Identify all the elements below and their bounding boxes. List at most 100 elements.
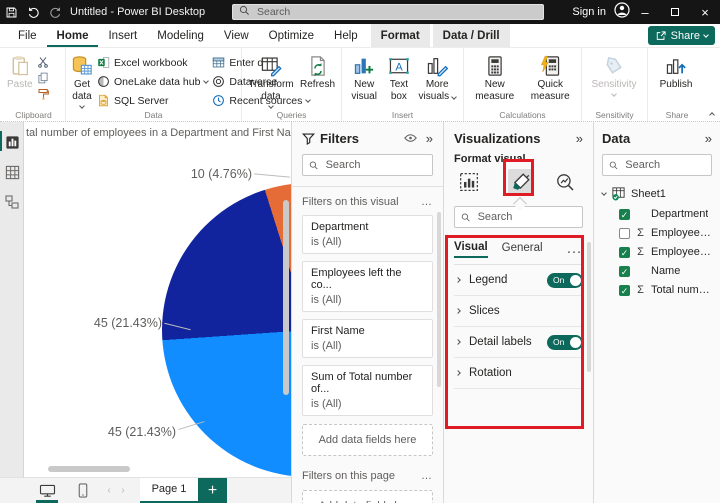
data-search[interactable] [602, 154, 712, 176]
canvas-horizontal-scrollbar[interactable] [48, 466, 130, 472]
field-department[interactable]: ✓ Σ Department [602, 208, 712, 220]
collapse-ribbon-icon[interactable] [709, 112, 715, 118]
mobile-layout-button[interactable] [70, 478, 96, 503]
filter-card-employees-left[interactable]: Employees left the co... is (All) [302, 261, 433, 312]
format-painter-button[interactable] [37, 88, 50, 100]
field-checkbox[interactable]: ✓ [619, 246, 630, 258]
cut-button[interactable] [37, 56, 50, 68]
canvas-vertical-scrollbar[interactable] [283, 200, 289, 395]
add-page-button[interactable]: + [198, 477, 227, 503]
tab-home[interactable]: Home [47, 24, 99, 47]
new-measure-button[interactable]: New measure [469, 51, 521, 103]
save-icon[interactable] [0, 0, 22, 24]
copy-button[interactable] [37, 72, 50, 84]
filters-scrollbar[interactable] [437, 212, 441, 387]
new-visual-button[interactable]: New visual [347, 51, 381, 103]
transform-data-button[interactable]: Transform data [247, 51, 295, 109]
add-data-fields-dropzone[interactable]: Add data fields here [302, 490, 433, 503]
analytics-button[interactable] [552, 169, 578, 195]
account-avatar-icon[interactable] [614, 1, 630, 23]
add-data-fields-dropzone[interactable]: Add data fields here [302, 424, 433, 456]
field-checkbox[interactable]: ✓ [619, 208, 630, 220]
format-painter-icon [38, 89, 49, 100]
group-label-queries: Queries [276, 110, 307, 120]
tab-format[interactable]: Format [370, 24, 430, 47]
excel-workbook-button[interactable]: Excel workbook [97, 56, 208, 69]
pie-chart[interactable] [162, 183, 291, 477]
refresh-button[interactable]: Refresh [299, 51, 336, 91]
table-node-sheet1[interactable]: Sheet1 [601, 186, 712, 201]
minimize-button[interactable]: – [630, 0, 660, 24]
collapse-visualizations-icon[interactable]: » [576, 131, 583, 146]
format-search-input[interactable] [475, 210, 576, 224]
group-label-insert: Insert [391, 110, 414, 120]
maximize-button[interactable] [660, 0, 690, 24]
filter-card-sum-total[interactable]: Sum of Total number of... is (All) [302, 365, 433, 416]
build-visual-button[interactable] [456, 169, 482, 195]
close-button[interactable]: × [690, 0, 720, 24]
field-checkbox[interactable] [619, 227, 630, 239]
legend-toggle[interactable]: On [547, 272, 583, 288]
visualizations-scrollbar[interactable] [587, 242, 591, 372]
global-search-input[interactable] [255, 5, 537, 19]
text-box-button[interactable]: A Text box [385, 51, 412, 103]
tab-help[interactable]: Help [324, 24, 368, 47]
tab-data-drill[interactable]: Data / Drill [432, 24, 510, 47]
quick-measure-button[interactable]: Quick measure [525, 51, 577, 103]
paste-button[interactable]: Paste [7, 51, 33, 91]
format-visual-button[interactable] [508, 169, 534, 195]
section-detail-labels[interactable]: Detail labels On [454, 327, 583, 358]
filter-card-department[interactable]: Department is (All) [302, 215, 433, 254]
detail-labels-toggle[interactable]: On [547, 334, 583, 350]
collapse-data-icon[interactable]: » [705, 131, 712, 146]
group-label-calculations: Calculations [499, 110, 546, 120]
redo-icon[interactable] [44, 0, 66, 24]
sql-server-button[interactable]: SQL Server [97, 94, 208, 107]
filters-eye-icon[interactable] [403, 131, 417, 146]
more-options-icon[interactable]: … [421, 470, 433, 482]
collapse-filters-icon[interactable]: » [426, 131, 433, 146]
more-options-icon[interactable]: … [566, 240, 583, 258]
tab-modeling[interactable]: Modeling [147, 24, 214, 47]
page-tab[interactable]: Page 1 [140, 477, 198, 503]
publish-button[interactable]: Publish [653, 51, 699, 91]
next-page-icon[interactable]: › [116, 485, 130, 496]
share-button[interactable]: Share [647, 26, 715, 45]
tab-optimize[interactable]: Optimize [259, 24, 324, 47]
sign-in-button[interactable]: Sign in [572, 6, 606, 18]
field-total-number[interactable]: ✓ Σ Total number of ... [602, 284, 712, 296]
onelake-data-hub-button[interactable]: OneLake data hub [97, 75, 210, 88]
field-employees-left[interactable]: ✓ Σ Employees left t... [602, 246, 712, 258]
global-search[interactable] [232, 4, 544, 20]
more-options-icon[interactable]: … [421, 196, 433, 208]
get-data-button[interactable]: Get data [71, 51, 93, 109]
tab-insert[interactable]: Insert [98, 24, 147, 47]
field-checkbox[interactable]: ✓ [619, 284, 630, 296]
tab-general[interactable]: General [502, 242, 543, 257]
section-rotation[interactable]: Rotation [454, 358, 583, 389]
field-employee-id[interactable]: Σ Employee ID [602, 227, 712, 239]
tab-view[interactable]: View [214, 24, 259, 47]
table-view-button[interactable] [0, 157, 24, 187]
section-legend[interactable]: Legend On [454, 265, 583, 296]
data-search-input[interactable] [623, 158, 705, 172]
ribbon-tab-strip: File Home Insert Modeling View Optimize … [0, 24, 720, 48]
more-visuals-button[interactable]: More visuals [416, 51, 458, 103]
field-checkbox[interactable]: ✓ [619, 265, 630, 277]
tab-visual[interactable]: Visual [454, 241, 488, 258]
filters-search[interactable] [302, 154, 433, 176]
report-canvas[interactable]: tal number of employees in a Department … [24, 122, 291, 477]
field-name[interactable]: ✓ Σ Name [602, 265, 712, 277]
tab-file[interactable]: File [8, 24, 47, 47]
desktop-layout-button[interactable] [34, 478, 60, 503]
sensitivity-button[interactable]: Sensitivity [587, 51, 641, 97]
filters-search-input[interactable] [323, 158, 426, 172]
refresh-icon [308, 53, 328, 79]
model-view-button[interactable] [0, 187, 24, 217]
chevron-down-icon[interactable] [601, 189, 607, 196]
filter-card-first-name[interactable]: First Name is (All) [302, 319, 433, 358]
prev-page-icon[interactable]: ‹ [102, 485, 116, 496]
report-view-button[interactable] [0, 127, 24, 157]
section-slices[interactable]: Slices [454, 296, 583, 327]
undo-icon[interactable] [22, 0, 44, 24]
